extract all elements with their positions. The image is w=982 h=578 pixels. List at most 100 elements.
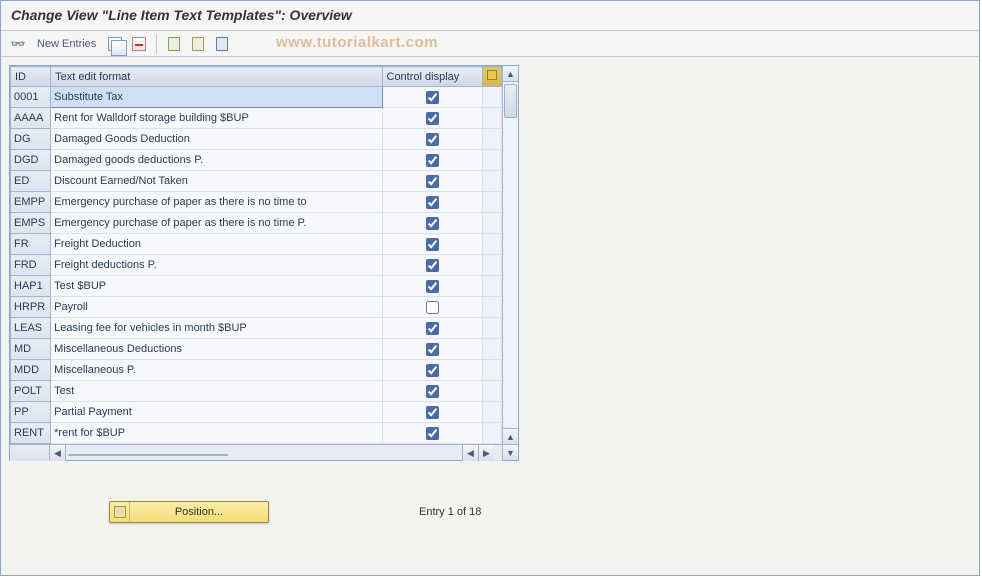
delete-button[interactable]	[130, 35, 148, 53]
scroll-right-button-2[interactable]: ▶	[478, 445, 494, 461]
cell-control-display[interactable]	[382, 318, 482, 339]
cell-text-edit-format[interactable]: Damaged goods deductions P.	[51, 150, 382, 171]
cell-text-edit-format[interactable]: Test	[51, 381, 382, 402]
table-row[interactable]: MDMiscellaneous Deductions	[11, 339, 502, 360]
cell-control-display[interactable]	[382, 129, 482, 150]
cell-control-display[interactable]	[382, 192, 482, 213]
cell-control-display[interactable]	[382, 360, 482, 381]
table-row[interactable]: POLTTest	[11, 381, 502, 402]
cell-id[interactable]: HAP1	[11, 276, 51, 297]
control-display-checkbox[interactable]	[426, 217, 439, 230]
select-all-button[interactable]	[165, 35, 183, 53]
position-button[interactable]: Position...	[109, 501, 269, 523]
control-display-checkbox[interactable]	[426, 91, 439, 104]
control-display-checkbox[interactable]	[426, 427, 439, 440]
cell-control-display[interactable]	[382, 276, 482, 297]
vertical-scrollbar[interactable]: ▲ ▲ ▼	[502, 66, 518, 460]
cell-id[interactable]: HRPR	[11, 297, 51, 318]
table-row[interactable]: RENT*rent for $BUP	[11, 423, 502, 444]
table-row[interactable]: PPPartial Payment	[11, 402, 502, 423]
control-display-checkbox[interactable]	[426, 322, 439, 335]
horizontal-scrollbar-left[interactable]: ◀ ▶	[10, 444, 502, 460]
control-display-checkbox[interactable]	[426, 196, 439, 209]
cell-text-edit-format[interactable]: Freight Deduction	[51, 234, 382, 255]
vscroll-thumb[interactable]	[504, 84, 517, 118]
cell-id[interactable]: ED	[11, 171, 51, 192]
cell-control-display[interactable]	[382, 255, 482, 276]
table-row[interactable]: LEASLeasing fee for vehicles in month $B…	[11, 318, 502, 339]
table-row[interactable]: 0001Substitute Tax	[11, 87, 502, 108]
cell-control-display[interactable]	[382, 402, 482, 423]
control-display-checkbox[interactable]	[426, 364, 439, 377]
control-display-checkbox[interactable]	[426, 301, 439, 314]
toggle-display-change-button[interactable]	[9, 35, 27, 53]
control-display-checkbox[interactable]	[426, 238, 439, 251]
table-row[interactable]: DGDDamaged goods deductions P.	[11, 150, 502, 171]
table-row[interactable]: HAP1Test $BUP	[11, 276, 502, 297]
cell-text-edit-format[interactable]: *rent for $BUP	[51, 423, 382, 444]
table-row[interactable]: MDDMiscellaneous P.	[11, 360, 502, 381]
scroll-down-button[interactable]: ▼	[503, 444, 518, 460]
cell-id[interactable]: FR	[11, 234, 51, 255]
scroll-left-button[interactable]: ◀	[50, 445, 66, 461]
cell-text-edit-format[interactable]: Partial Payment	[51, 402, 382, 423]
table-row[interactable]: EMPPEmergency purchase of paper as there…	[11, 192, 502, 213]
control-display-checkbox[interactable]	[426, 343, 439, 356]
cell-text-edit-format[interactable]: Damaged Goods Deduction	[51, 129, 382, 150]
table-row[interactable]: FRFreight Deduction	[11, 234, 502, 255]
control-display-checkbox[interactable]	[426, 259, 439, 272]
table-row[interactable]: EMPSEmergency purchase of paper as there…	[11, 213, 502, 234]
cell-control-display[interactable]	[382, 234, 482, 255]
cell-id[interactable]: PP	[11, 402, 51, 423]
cell-control-display[interactable]	[382, 423, 482, 444]
cell-id[interactable]: DGD	[11, 150, 51, 171]
table-row[interactable]: AAAARent for Walldorf storage building $…	[11, 108, 502, 129]
cell-text-edit-format[interactable]: Leasing fee for vehicles in month $BUP	[51, 318, 382, 339]
cell-id[interactable]: MD	[11, 339, 51, 360]
cell-text-edit-format[interactable]: Discount Earned/Not Taken	[51, 171, 382, 192]
select-block-button[interactable]	[189, 35, 207, 53]
hscroll-thumb[interactable]	[68, 454, 228, 456]
table-row[interactable]: EDDiscount Earned/Not Taken	[11, 171, 502, 192]
control-display-checkbox[interactable]	[426, 175, 439, 188]
cell-text-edit-format[interactable]: Miscellaneous Deductions	[51, 339, 382, 360]
copy-as-button[interactable]	[106, 35, 124, 53]
cell-id[interactable]: POLT	[11, 381, 51, 402]
cell-control-display[interactable]	[382, 150, 482, 171]
cell-control-display[interactable]	[382, 339, 482, 360]
cell-id[interactable]: FRD	[11, 255, 51, 276]
cell-id[interactable]: EMPP	[11, 192, 51, 213]
cell-id[interactable]: EMPS	[11, 213, 51, 234]
cell-text-edit-format[interactable]: Rent for Walldorf storage building $BUP	[51, 108, 382, 129]
table-row[interactable]: FRDFreight deductions P.	[11, 255, 502, 276]
cell-text-edit-format[interactable]: Freight deductions P.	[51, 255, 382, 276]
scroll-up-button-2[interactable]: ▲	[503, 428, 518, 444]
table-row[interactable]: HRPRPayroll	[11, 297, 502, 318]
cell-text-edit-format[interactable]: Payroll	[51, 297, 382, 318]
cell-control-display[interactable]	[382, 87, 482, 108]
control-display-checkbox[interactable]	[426, 154, 439, 167]
cell-control-display[interactable]	[382, 213, 482, 234]
cell-id[interactable]: DG	[11, 129, 51, 150]
vscroll-track[interactable]	[503, 82, 518, 428]
column-header-id[interactable]: ID	[11, 67, 51, 87]
cell-control-display[interactable]	[382, 108, 482, 129]
cell-text-edit-format[interactable]: Emergency purchase of paper as there is …	[51, 213, 382, 234]
new-entries-button[interactable]: New Entries	[33, 38, 100, 50]
cell-id[interactable]: LEAS	[11, 318, 51, 339]
control-display-checkbox[interactable]	[426, 406, 439, 419]
cell-text-edit-format[interactable]: Miscellaneous P.	[51, 360, 382, 381]
deselect-all-button[interactable]	[213, 35, 231, 53]
scroll-up-button[interactable]: ▲	[503, 66, 518, 82]
cell-control-display[interactable]	[382, 381, 482, 402]
table-settings-button[interactable]	[482, 67, 501, 87]
scroll-left-button-2[interactable]: ◀	[462, 445, 478, 461]
control-display-checkbox[interactable]	[426, 112, 439, 125]
column-header-text[interactable]: Text edit format	[51, 67, 382, 87]
cell-id[interactable]: MDD	[11, 360, 51, 381]
control-display-checkbox[interactable]	[426, 280, 439, 293]
cell-text-edit-format[interactable]: Substitute Tax	[51, 87, 382, 108]
cell-text-edit-format[interactable]: Test $BUP	[51, 276, 382, 297]
column-header-control-display[interactable]: Control display	[382, 67, 482, 87]
cell-id[interactable]: AAAA	[11, 108, 51, 129]
